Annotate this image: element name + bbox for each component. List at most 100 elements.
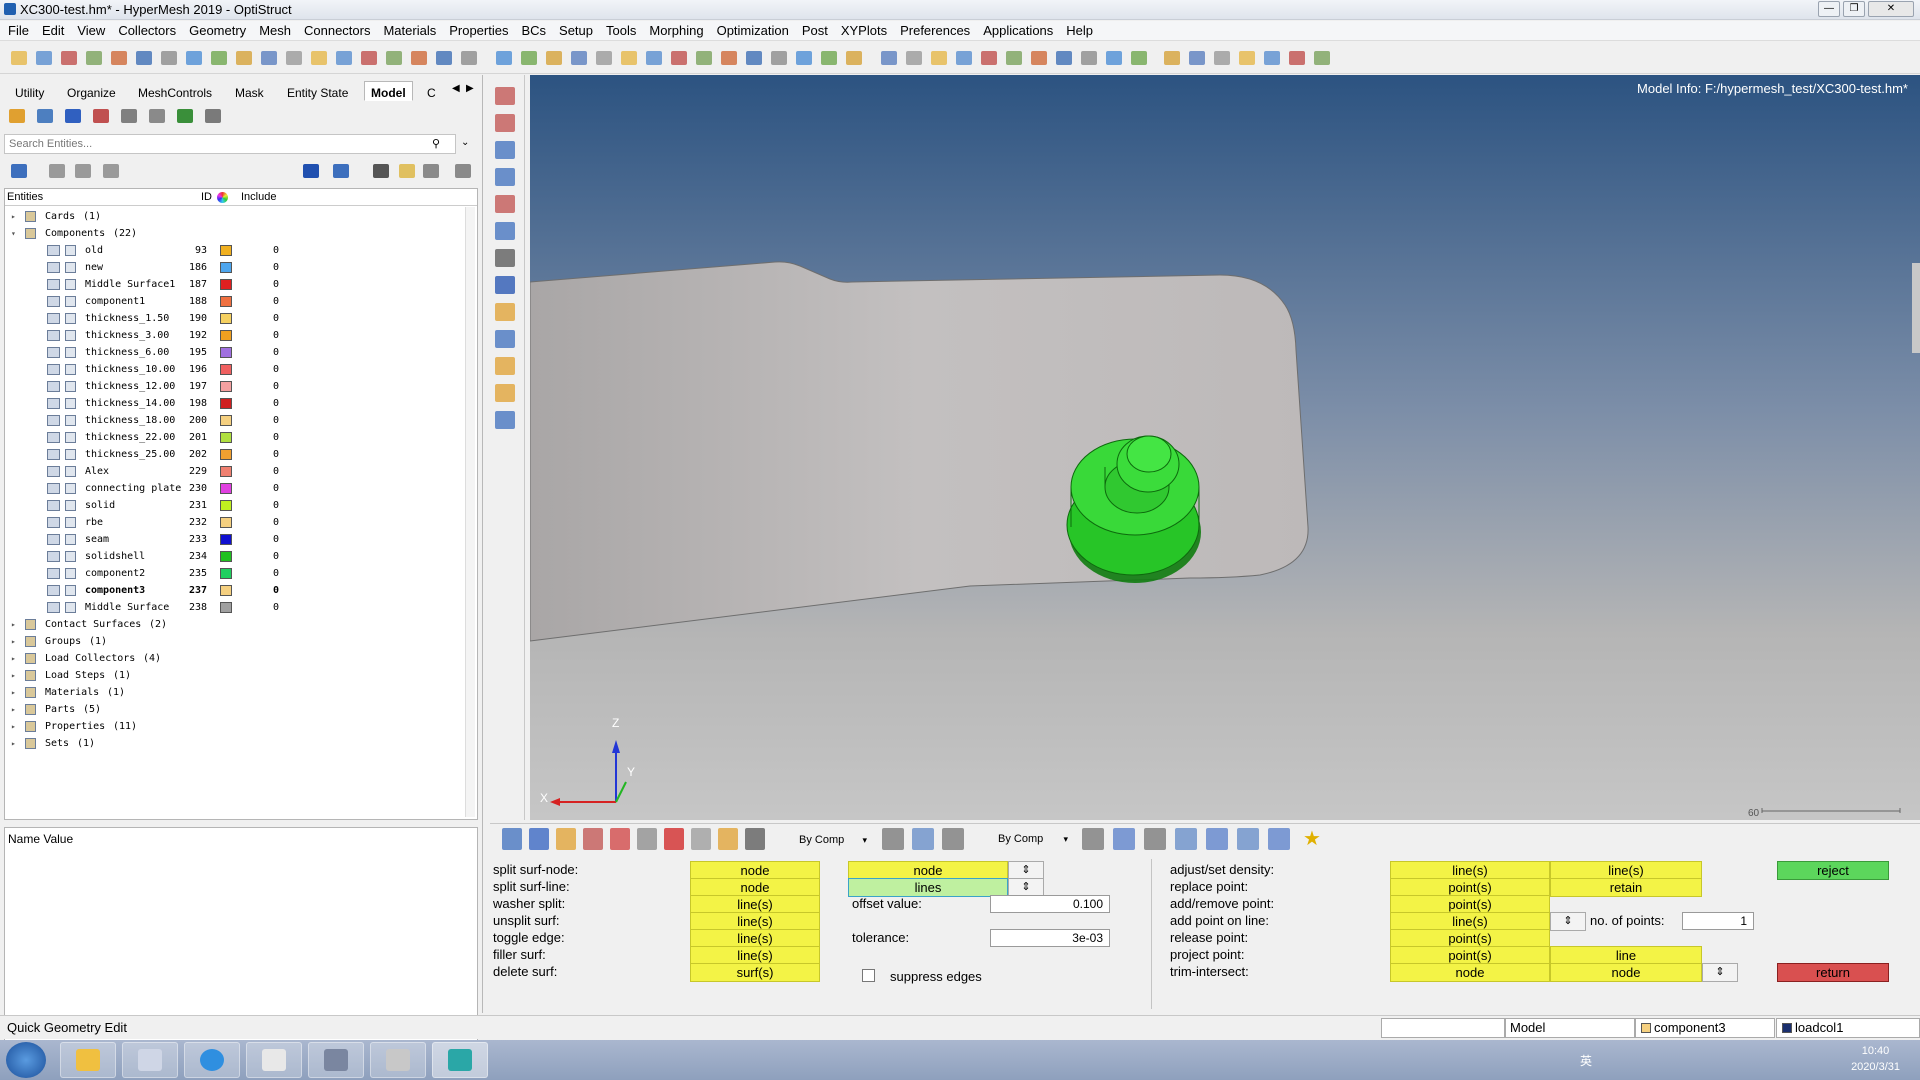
expand-icon[interactable]: ▸ [11, 213, 18, 221]
component-color-swatch[interactable] [220, 449, 232, 460]
toolbar-tool-icon[interactable] [1261, 48, 1283, 68]
component-row[interactable]: seam 233 0 [5, 531, 465, 548]
taskbar-hypermesh[interactable] [432, 1042, 488, 1078]
entity-switch-icon[interactable]: ⇕ [1702, 963, 1738, 982]
visibility-toggle-icon[interactable] [47, 568, 60, 579]
visibility-toggle-icon[interactable] [47, 398, 60, 409]
toolbar-tool-icon[interactable] [718, 48, 740, 68]
chevron-down-icon[interactable]: ⌄ [461, 137, 469, 148]
expand-icon[interactable]: ▸ [11, 740, 18, 748]
expand-icon[interactable]: ▸ [11, 621, 18, 629]
vis-tool-icon[interactable] [502, 828, 522, 850]
filter-icon[interactable] [420, 161, 442, 181]
panel-right-entity-button[interactable]: node [1390, 963, 1550, 982]
component-row[interactable]: thickness_10.00 196 0 [5, 361, 465, 378]
visibility-toggle-icon[interactable] [47, 534, 60, 545]
filter-icon[interactable] [330, 161, 352, 181]
component-row[interactable]: thickness_14.00 198 0 [5, 395, 465, 412]
vis-tool-icon[interactable] [691, 828, 711, 850]
toolbar-tool-icon[interactable] [593, 48, 615, 68]
panel-second-entity-button[interactable]: lines [848, 878, 1008, 897]
menu-xyplots[interactable]: XYPlots [833, 21, 892, 38]
toolbar-tool-icon[interactable] [493, 48, 515, 68]
tree-group-row[interactable]: ▸ Materials (1) [5, 684, 465, 701]
utility-tool-icon[interactable] [495, 384, 515, 402]
toolbar-tool-icon[interactable] [433, 48, 455, 68]
component-row[interactable]: connecting plate 230 0 [5, 480, 465, 497]
menu-bcs[interactable]: BCs [513, 21, 551, 38]
tree-group-row[interactable]: ▾ Components (22) [5, 225, 465, 242]
panel-entity-button[interactable]: surf(s) [690, 963, 820, 982]
color-wheel-icon[interactable] [217, 192, 228, 203]
browser-view-icon[interactable] [90, 106, 112, 126]
utility-tool-icon[interactable] [495, 411, 515, 429]
toolbar-tool-icon[interactable] [768, 48, 790, 68]
return-button[interactable]: return [1777, 963, 1889, 982]
menu-properties[interactable]: Properties [441, 21, 513, 38]
star-icon[interactable]: ★ [1303, 828, 1321, 850]
tab-c[interactable]: C [420, 81, 443, 101]
points-switch-icon[interactable]: ⇕ [1550, 912, 1586, 931]
system-clock[interactable]: 10:40 2020/3/31 [1851, 1043, 1900, 1075]
visibility-toggle-icon[interactable] [47, 483, 60, 494]
toolbar-tool-icon[interactable] [333, 48, 355, 68]
expand-icon[interactable]: ▸ [11, 689, 18, 697]
menu-post[interactable]: Post [794, 21, 833, 38]
vis-tool-icon[interactable] [583, 828, 603, 850]
vis-tool-icon[interactable] [637, 828, 657, 850]
visibility-toggle-icon[interactable] [47, 279, 60, 290]
points-count-input[interactable]: 1 [1682, 912, 1754, 930]
taskbar-browser[interactable] [184, 1042, 240, 1078]
tree-group-row[interactable]: ▸ Load Collectors (4) [5, 650, 465, 667]
tree-group-row[interactable]: ▸ Groups (1) [5, 633, 465, 650]
filter-icon[interactable] [100, 161, 122, 181]
toolbar-tool-icon[interactable] [1161, 48, 1183, 68]
expand-icon[interactable]: ▸ [11, 672, 18, 680]
tab-organize[interactable]: Organize [60, 81, 123, 101]
menu-applications[interactable]: Applications [975, 21, 1058, 38]
toolbar-tool-icon[interactable] [1053, 48, 1075, 68]
component-row[interactable]: thickness_25.00 202 0 [5, 446, 465, 463]
visibility-toggle-icon[interactable] [47, 500, 60, 511]
browser-view-icon[interactable] [62, 106, 84, 126]
toolbar-tool-icon[interactable] [878, 48, 900, 68]
utility-tool-icon[interactable] [495, 249, 515, 267]
utility-tool-icon[interactable] [495, 114, 515, 132]
toolbar-tool-icon[interactable] [8, 48, 30, 68]
toolbar-tool-icon[interactable] [843, 48, 865, 68]
chevron-down-icon[interactable]: ▾ [862, 829, 867, 851]
visibility-toggle-icon[interactable] [47, 296, 60, 307]
toolbar-tool-icon[interactable] [1211, 48, 1233, 68]
browser-view-icon[interactable] [202, 106, 224, 126]
component-row[interactable]: solid 231 0 [5, 497, 465, 514]
toolbar-tool-icon[interactable] [928, 48, 950, 68]
toolbar-tool-icon[interactable] [1078, 48, 1100, 68]
component-color-swatch[interactable] [220, 279, 232, 290]
component-color-swatch[interactable] [220, 500, 232, 511]
toolbar-tool-icon[interactable] [1103, 48, 1125, 68]
utility-tool-icon[interactable] [495, 141, 515, 159]
toolbar-tool-icon[interactable] [818, 48, 840, 68]
component-row[interactable]: Middle Surface1 187 0 [5, 276, 465, 293]
component-row[interactable]: old 93 0 [5, 242, 465, 259]
component-row[interactable]: thickness_1.50 190 0 [5, 310, 465, 327]
start-button[interactable] [6, 1042, 46, 1078]
expand-icon[interactable]: ▸ [11, 723, 18, 731]
browser-view-icon[interactable] [6, 106, 28, 126]
toolbar-tool-icon[interactable] [693, 48, 715, 68]
visibility-toggle-icon[interactable] [47, 245, 60, 256]
tree-group-row[interactable]: ▸ Cards (1) [5, 208, 465, 225]
vis-tool-icon[interactable] [529, 828, 549, 850]
component-color-swatch[interactable] [220, 415, 232, 426]
geom-color-by-dropdown[interactable]: By Comp ▾ [976, 828, 1072, 850]
column-id[interactable]: ID [201, 191, 212, 203]
utility-tool-icon[interactable] [495, 330, 515, 348]
visibility-toggle-icon[interactable] [47, 347, 60, 358]
component-color-swatch[interactable] [220, 517, 232, 528]
component-color-swatch[interactable] [220, 364, 232, 375]
browser-view-icon[interactable] [146, 106, 168, 126]
menu-tools[interactable]: Tools [598, 21, 641, 38]
toolbar-tool-icon[interactable] [133, 48, 155, 68]
component-color-swatch[interactable] [220, 432, 232, 443]
tab-utility[interactable]: Utility [8, 81, 51, 101]
